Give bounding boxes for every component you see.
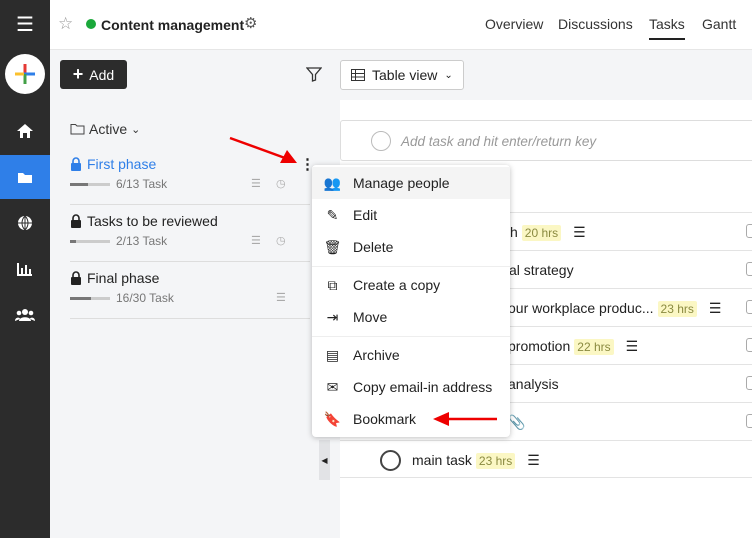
add-button[interactable]: + Add (60, 60, 127, 89)
menu-item-bookmark[interactable]: 🔖 Bookmark (312, 403, 510, 435)
menu-item-manage-people[interactable]: 👥 Manage people (312, 167, 510, 199)
phase-context-menu: 👥 Manage people ✎ Edit 🗑 Delete ⧉ Create a c… (312, 165, 510, 437)
menu-item-delete[interactable]: 🗑 Delete (312, 231, 510, 263)
hours-badge: 23 hrs (657, 301, 697, 317)
filter-icon[interactable] (306, 67, 322, 82)
progress-bar (70, 183, 110, 186)
circle-icon (371, 131, 391, 151)
hours-badge: 23 hrs (475, 453, 516, 469)
collapse-panel-button[interactable]: ◀ (319, 440, 330, 480)
chart-icon[interactable] (0, 247, 50, 291)
hours-badge: 22 hrs (574, 339, 614, 355)
checklist-icon: ☰ (573, 224, 586, 240)
tab-gantt[interactable]: Gantt (702, 16, 736, 32)
complete-circle[interactable] (380, 450, 401, 471)
gantt-icon: ☰ (251, 235, 261, 247)
lock-icon (71, 157, 81, 171)
archive-icon: ▤ (325, 346, 340, 363)
progress-bar (70, 240, 110, 243)
lock-icon (71, 214, 81, 228)
toolbar: + Add Table view ⌄ (50, 50, 752, 100)
sidebar-rail: ☰ (0, 0, 50, 538)
lock-icon (71, 271, 81, 285)
pencil-icon: ✎ (326, 206, 339, 223)
view-select[interactable]: Table view ⌄ (340, 60, 464, 90)
star-icon[interactable]: ☆ (58, 14, 73, 34)
filter-label: Active (89, 121, 128, 137)
folder-icon[interactable] (0, 155, 50, 199)
globe-icon[interactable] (0, 201, 50, 245)
gantt-icon: ☰ (251, 178, 261, 190)
move-icon: ⇥ (326, 308, 339, 325)
checkbox[interactable] (746, 224, 752, 238)
checkbox[interactable] (746, 300, 752, 314)
people-icon[interactable] (0, 293, 50, 337)
checklist-icon: ☰ (527, 452, 540, 468)
add-icon[interactable] (5, 54, 45, 94)
task-input-placeholder: Add task and hit enter/return key (401, 134, 597, 149)
checklist-icon: ☰ (708, 300, 722, 316)
phase-item[interactable]: Tasks to be reviewed 2/13 Task ☰ ◷ (70, 205, 310, 262)
checklist-icon: ☰ (625, 338, 639, 354)
menu-item-copy-email[interactable]: ✉ Copy email-in address (312, 371, 510, 403)
gear-icon[interactable]: ⚙ (244, 14, 257, 32)
status-dot (86, 19, 96, 29)
folder-outline-icon (70, 124, 85, 135)
trash-icon: 🗑 (323, 238, 342, 255)
tab-overview[interactable]: Overview (485, 16, 543, 32)
tab-discussions[interactable]: Discussions (558, 16, 633, 32)
people-icon: 👥 (323, 174, 342, 191)
copy-icon: ⧉ (327, 276, 338, 293)
view-label: Table view (372, 67, 438, 83)
bookmark-icon: 🔖 (323, 410, 342, 427)
checkbox[interactable] (746, 376, 752, 390)
menu-item-move[interactable]: ⇥ Move (312, 301, 510, 333)
active-filter[interactable]: Active ⌄ (70, 121, 140, 137)
checkbox[interactable] (746, 414, 752, 428)
clock-icon: ◷ (276, 178, 286, 190)
page-title: Content management (101, 17, 245, 33)
header: ☆ Content management ⚙ Overview Discussi… (50, 0, 752, 50)
chevron-down-icon: ⌄ (131, 123, 141, 136)
phase-item[interactable]: First phase 6/13 Task ☰ ◷ (70, 148, 310, 205)
phase-item[interactable]: Final phase 16/30 Task ☰ (70, 262, 310, 319)
add-label: Add (89, 66, 115, 83)
attachment-icon: 📎 (508, 414, 526, 430)
table-icon (351, 69, 365, 81)
plus-icon: + (72, 64, 84, 84)
task-count: 6/13 Task (116, 177, 168, 191)
checkbox[interactable] (746, 338, 752, 352)
chevron-down-icon: ⌄ (444, 69, 453, 81)
add-task-input[interactable]: Add task and hit enter/return key (340, 120, 752, 161)
task-count: 2/13 Task (116, 234, 168, 248)
phase-name: First phase (87, 156, 157, 172)
home-icon[interactable] (0, 109, 50, 153)
tab-tasks[interactable]: Tasks (649, 16, 685, 40)
progress-bar (70, 297, 110, 300)
phase-name: Final phase (87, 270, 160, 286)
caret-left-icon: ◀ (321, 455, 328, 465)
gantt-icon: ☰ (276, 292, 286, 304)
menu-icon[interactable]: ☰ (0, 2, 50, 46)
menu-item-archive[interactable]: ▤ Archive (312, 339, 510, 371)
table-row[interactable]: main task 23 hrs ☰ (340, 440, 752, 478)
checkbox[interactable] (746, 262, 752, 276)
menu-item-edit[interactable]: ✎ Edit (312, 199, 510, 231)
task-count: 16/30 Task (116, 291, 174, 305)
clock-icon: ◷ (276, 235, 286, 247)
phase-panel: Active ⌄ First phase 6/13 Task ☰ ◷ Tasks… (50, 100, 340, 538)
phase-name: Tasks to be reviewed (87, 213, 218, 229)
hours-badge: 20 hrs (521, 225, 562, 241)
envelope-icon: ✉ (326, 378, 339, 395)
menu-item-create-copy[interactable]: ⧉ Create a copy (312, 269, 510, 301)
